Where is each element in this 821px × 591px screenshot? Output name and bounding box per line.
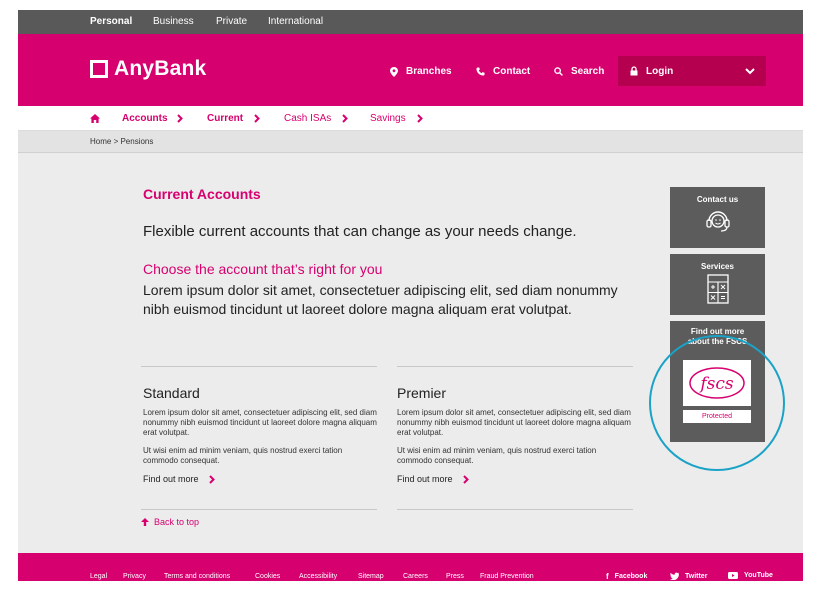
home-icon[interactable] <box>90 114 100 123</box>
find-out-more-label: Find out more <box>397 474 453 484</box>
youtube-label: YouTube <box>744 572 773 579</box>
logo-text: AnyBank <box>114 57 207 80</box>
search-icon <box>554 67 563 76</box>
subnav-cash-isas-label: Cash ISAs <box>284 113 332 124</box>
branches-label: Branches <box>406 66 452 77</box>
contact-label: Contact <box>493 66 531 77</box>
segment-personal[interactable]: Personal <box>90 16 132 27</box>
contact-us-label: Contact us <box>696 195 739 204</box>
logo-square-icon <box>90 60 108 78</box>
subnav-savings-label: Savings <box>370 113 406 124</box>
product-description: Lorem ipsum dolor sit amet, consectetuer… <box>397 408 631 437</box>
footer-link-terms[interactable]: Terms and conditions <box>164 573 230 580</box>
chevron-right-icon <box>176 114 183 123</box>
services-label: Services <box>701 262 734 271</box>
chevron-right-icon <box>416 114 423 123</box>
subnav-current-label: Current <box>207 113 244 124</box>
product-description: Ut wisi enim ad minim veniam, quis nostr… <box>397 446 597 465</box>
lock-icon <box>630 66 638 76</box>
twitter-label: Twitter <box>685 572 708 580</box>
chevron-right-icon <box>208 474 215 484</box>
product-name: Premier <box>397 385 447 401</box>
segment-business[interactable]: Business <box>153 16 194 27</box>
product-card-premier: Premier Lorem ipsum dolor sit amet, cons… <box>397 385 633 484</box>
phone-icon <box>476 67 485 76</box>
highlight-ring <box>649 335 785 471</box>
contact-link[interactable]: Contact <box>476 66 530 77</box>
back-to-top-link[interactable]: Back to top <box>141 517 199 527</box>
branches-link[interactable]: Branches <box>390 66 452 77</box>
youtube-link[interactable]: YouTube <box>728 572 773 579</box>
login-dropdown[interactable]: Login <box>618 56 766 86</box>
breadcrumb: Home > Pensions <box>18 131 803 153</box>
chevron-right-icon <box>254 114 261 123</box>
chevron-right-icon <box>342 114 349 123</box>
product-card-standard: Standard Lorem ipsum dolor sit amet, con… <box>143 385 379 484</box>
subnav-current[interactable]: Current <box>207 113 261 124</box>
divider <box>397 366 633 367</box>
anybank-logo[interactable]: AnyBank <box>90 57 206 81</box>
footer-link-press[interactable]: Press <box>446 573 464 580</box>
site-footer: Legal Privacy Terms and conditions Cooki… <box>18 553 803 581</box>
subnav-cash-isas[interactable]: Cash ISAs <box>284 113 349 124</box>
arrow-up-icon <box>141 518 149 526</box>
find-out-more-label: Find out more <box>143 474 199 484</box>
twitter-icon <box>670 572 679 580</box>
chevron-right-icon <box>462 474 469 484</box>
contact-us-tile[interactable]: Contact us <box>670 187 765 248</box>
section-subheading: Choose the account that’s right for you <box>143 261 383 277</box>
services-tile[interactable]: Services <box>670 254 765 315</box>
page-frame: Personal Business Private International … <box>18 10 803 581</box>
youtube-icon <box>728 572 738 579</box>
product-subnav: Accounts Current Cash ISAs Savings <box>18 106 803 131</box>
subnav-accounts[interactable]: Accounts <box>122 113 183 124</box>
search-link[interactable]: Search <box>554 66 604 77</box>
footer-link-cookies[interactable]: Cookies <box>255 573 280 580</box>
divider <box>141 509 377 510</box>
lead-text: Flexible current accounts that can chang… <box>143 223 577 240</box>
intro-paragraph: Lorem ipsum dolor sit amet, consectetuer… <box>143 282 618 317</box>
breadcrumb-text[interactable]: Home > Pensions <box>90 137 153 146</box>
footer-link-fraud-prevention[interactable]: Fraud Prevention <box>480 573 534 580</box>
map-pin-icon <box>390 66 398 77</box>
divider <box>141 366 377 367</box>
back-to-top-label: Back to top <box>154 517 200 527</box>
chevron-down-icon <box>745 68 755 75</box>
footer-link-legal[interactable]: Legal <box>90 573 107 580</box>
segment-international[interactable]: International <box>268 16 323 27</box>
twitter-link[interactable]: Twitter <box>670 572 707 580</box>
footer-link-sitemap[interactable]: Sitemap <box>358 573 384 580</box>
site-header: AnyBank Branches Contact Search Login <box>18 34 803 106</box>
facebook-label: Facebook <box>614 573 648 580</box>
divider <box>397 509 633 510</box>
login-label: Login <box>646 66 674 77</box>
footer-link-privacy[interactable]: Privacy <box>123 573 146 580</box>
calculator-icon <box>706 274 729 304</box>
product-description: Ut wisi enim ad minim veniam, quis nostr… <box>143 446 343 465</box>
facebook-link[interactable]: f Facebook <box>606 572 647 581</box>
segment-private[interactable]: Private <box>216 16 247 27</box>
find-out-more-link[interactable]: Find out more <box>143 474 379 484</box>
subnav-savings[interactable]: Savings <box>370 113 423 124</box>
segment-nav: Personal Business Private International <box>18 10 803 34</box>
facebook-icon: f <box>606 572 609 581</box>
product-description: Lorem ipsum dolor sit amet, consectetuer… <box>143 408 377 437</box>
find-out-more-link[interactable]: Find out more <box>397 474 633 484</box>
subnav-accounts-label: Accounts <box>122 113 168 124</box>
page-title: Current Accounts <box>143 186 261 202</box>
product-name: Standard <box>143 385 200 401</box>
search-label: Search <box>571 66 605 77</box>
footer-link-accessibility[interactable]: Accessibility <box>299 573 337 580</box>
headset-icon <box>705 211 730 232</box>
footer-link-careers[interactable]: Careers <box>403 573 428 580</box>
